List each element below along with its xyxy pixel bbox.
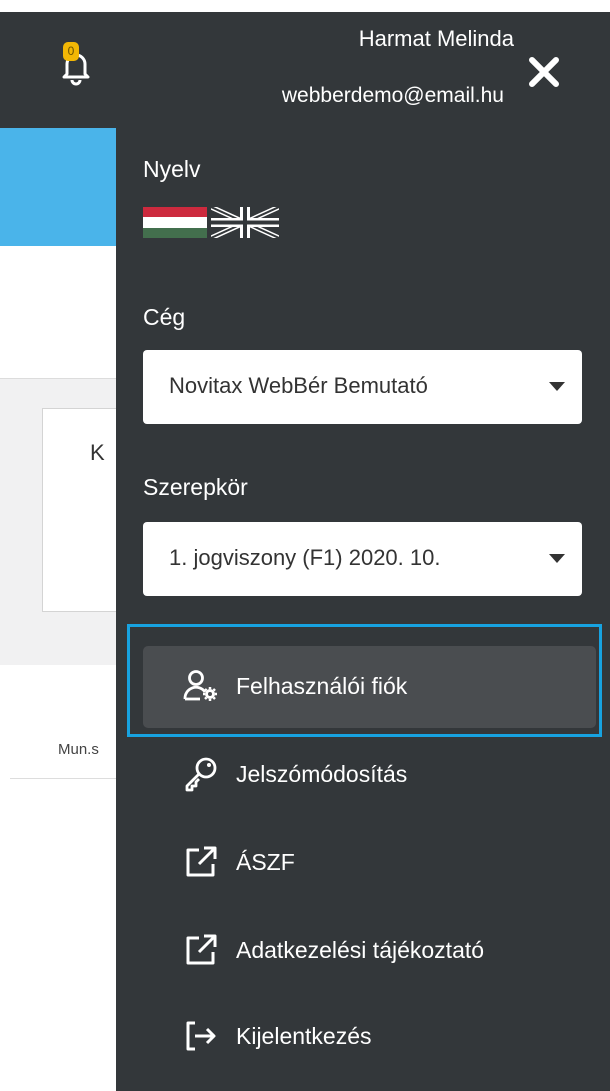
notification-badge: 0 [63, 42, 79, 61]
company-select[interactable]: Novitax WebBér Bemutató [143, 350, 582, 424]
external-link-icon [183, 844, 219, 880]
menu-item-terms[interactable]: ÁSZF [143, 822, 596, 904]
caret-down-icon [549, 554, 565, 563]
role-select[interactable]: 1. jogviszony (F1) 2020. 10. [143, 522, 582, 596]
page-card-text: K [90, 440, 105, 465]
menu-item-label: ÁSZF [236, 849, 295, 875]
table-header-fragment: Mun.s [58, 741, 99, 758]
menu-item-label: Kijelentkezés [236, 1023, 372, 1049]
user-email: webberdemo@email.hu [281, 84, 504, 107]
logout-icon [183, 1018, 219, 1054]
key-icon [183, 756, 219, 792]
table-divider [10, 778, 118, 779]
page-card [42, 408, 119, 612]
role-label: Szerepkör [143, 474, 248, 500]
close-icon[interactable] [526, 54, 562, 90]
hungarian-flag-icon[interactable] [143, 207, 207, 238]
british-flag-icon[interactable] [209, 204, 281, 241]
caret-down-icon [549, 382, 565, 391]
menu-item-label: Jelszómódosítás [236, 761, 408, 787]
menu-item-logout[interactable]: Kijelentkezés [143, 996, 596, 1078]
company-label: Cég [143, 304, 186, 330]
menu-item-password-change[interactable]: Jelszómódosítás [143, 734, 596, 816]
external-link-icon [183, 932, 219, 968]
language-label: Nyelv [143, 156, 201, 182]
menu-item-user-account[interactable]: Felhasználói fiók [143, 646, 596, 728]
menu-item-privacy-policy[interactable]: Adatkezelési tájékoztató [143, 910, 596, 992]
company-select-value: Novitax WebBér Bemutató [169, 373, 428, 398]
page-header-strip [0, 128, 118, 246]
user-name: Harmat Melinda [358, 26, 514, 51]
role-select-value: 1. jogviszony (F1) 2020. 10. [169, 545, 441, 570]
user-gear-icon [183, 668, 219, 704]
menu-item-label: Felhasználói fiók [236, 673, 408, 699]
menu-item-label: Adatkezelési tájékoztató [236, 937, 485, 963]
